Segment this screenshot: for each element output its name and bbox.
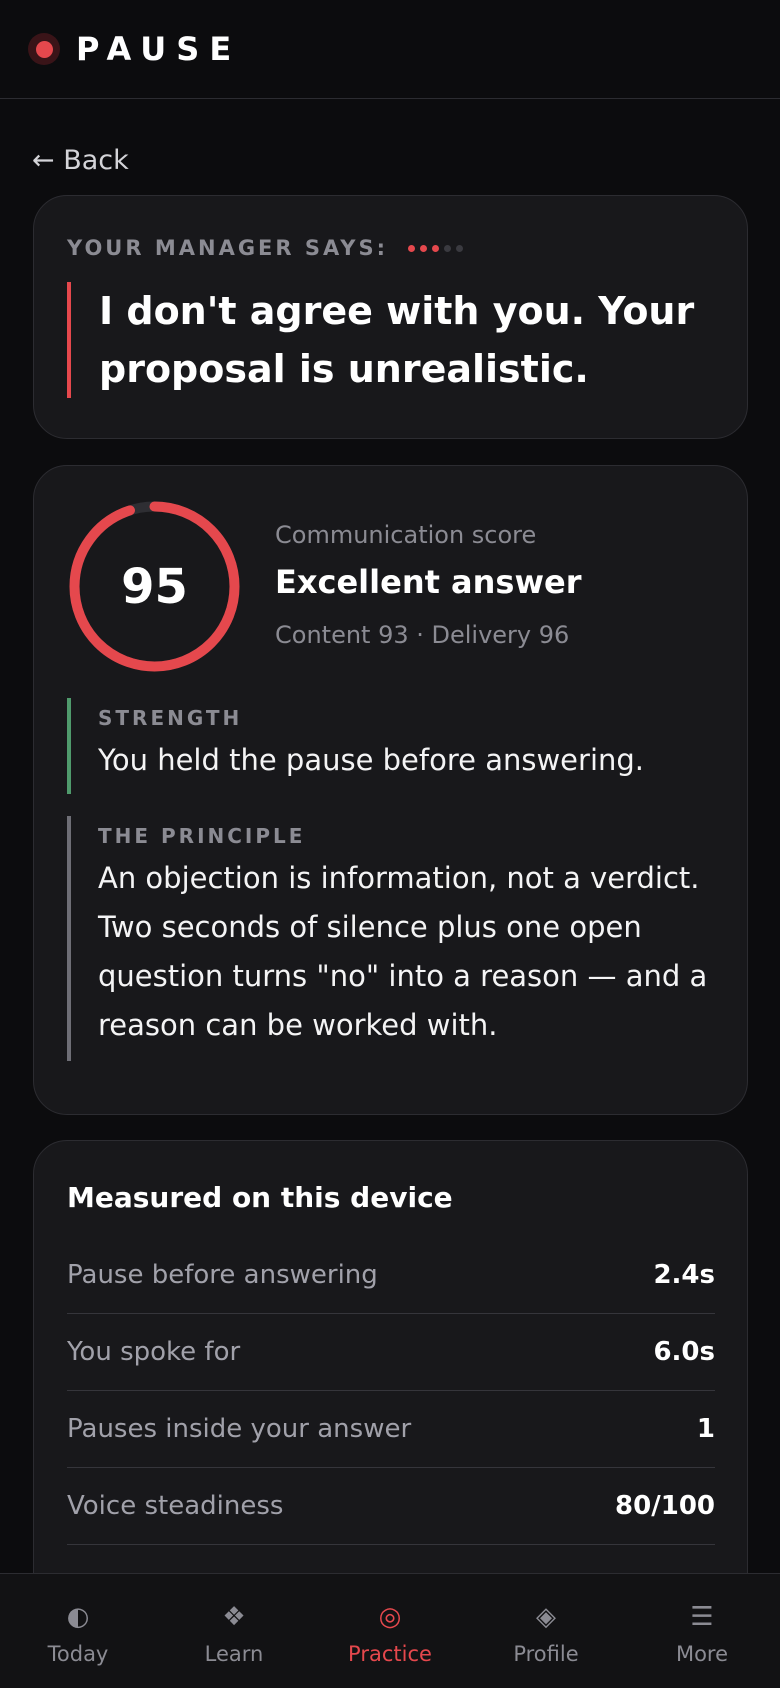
- nav-practice[interactable]: ◎ Practice: [312, 1574, 468, 1688]
- metric-row: You spoke for 6.0s: [67, 1314, 715, 1391]
- score-label: Communication score: [275, 521, 537, 549]
- score-breakdown: Content 93 · Delivery 96: [275, 621, 570, 649]
- menu-icon: ☰: [690, 1602, 714, 1632]
- half-circle-icon: ◐: [66, 1602, 90, 1632]
- diamonds-icon: ❖: [222, 1602, 246, 1632]
- metric-row: Pauses inside your answer 1: [67, 1391, 715, 1468]
- nav-label: Today: [47, 1642, 109, 1666]
- metric-row: Voice steadiness 80/100: [67, 1468, 715, 1545]
- metric-label: Pauses inside your answer: [67, 1414, 412, 1444]
- app-header: PAUSE: [0, 0, 780, 99]
- progress-dot: [431, 244, 439, 252]
- record-dot-icon: [28, 33, 60, 65]
- nav-label: Profile: [513, 1642, 579, 1666]
- manager-quote: I don't agree with you. Your proposal is…: [67, 282, 707, 398]
- metric-value: 6.0s: [653, 1337, 715, 1367]
- principle-title: THE PRINCIPLE: [98, 824, 306, 848]
- nav-label: More: [675, 1642, 729, 1666]
- app-logo: PAUSE: [76, 30, 242, 68]
- bottom-nav: ◐ Today ❖ Learn ◎ Practice ◈ Profile ☰ M…: [0, 1573, 780, 1688]
- nav-learn[interactable]: ❖ Learn: [156, 1574, 312, 1688]
- metric-value: 1: [696, 1414, 715, 1444]
- metric-label: You spoke for: [67, 1337, 241, 1367]
- nav-label: Practice: [348, 1642, 432, 1666]
- progress-dots: [407, 244, 463, 252]
- progress-dot: [419, 244, 427, 252]
- strength-note: STRENGTH You held the pause before answe…: [67, 698, 717, 794]
- progress-dot: [407, 244, 415, 252]
- score-value: 95: [121, 558, 188, 615]
- metric-label: Pause before answering: [67, 1260, 378, 1290]
- principle-note: THE PRINCIPLE An objection is informatio…: [67, 816, 717, 1061]
- prompt-card: YOUR MANAGER SAYS: I don't agree with yo…: [33, 195, 748, 439]
- target-icon: ◎: [378, 1602, 402, 1632]
- prompt-label-row: YOUR MANAGER SAYS:: [67, 236, 463, 260]
- metric-row: Pause before answering 2.4s: [67, 1237, 715, 1314]
- strength-title: STRENGTH: [98, 706, 243, 730]
- progress-dot: [443, 244, 451, 252]
- metric-value: 80/100: [615, 1491, 715, 1521]
- measured-title: Measured on this device: [67, 1181, 453, 1214]
- nav-today[interactable]: ◐ Today: [0, 1574, 156, 1688]
- metric-value: 2.4s: [653, 1260, 715, 1290]
- principle-body: An objection is information, not a verdi…: [98, 861, 708, 1042]
- back-button[interactable]: ← Back: [32, 145, 129, 176]
- metric-label: Voice steadiness: [67, 1491, 284, 1521]
- progress-dot: [455, 244, 463, 252]
- nav-more[interactable]: ☰ More: [624, 1574, 780, 1688]
- diamond-icon: ◈: [536, 1602, 556, 1632]
- nav-label: Learn: [204, 1642, 264, 1666]
- score-verdict: Excellent answer: [275, 563, 582, 601]
- score-card: 95 Communication score Excellent answer …: [33, 465, 748, 1115]
- strength-body: You held the pause before answering.: [98, 743, 645, 777]
- nav-profile[interactable]: ◈ Profile: [468, 1574, 624, 1688]
- prompt-label: YOUR MANAGER SAYS:: [67, 236, 388, 260]
